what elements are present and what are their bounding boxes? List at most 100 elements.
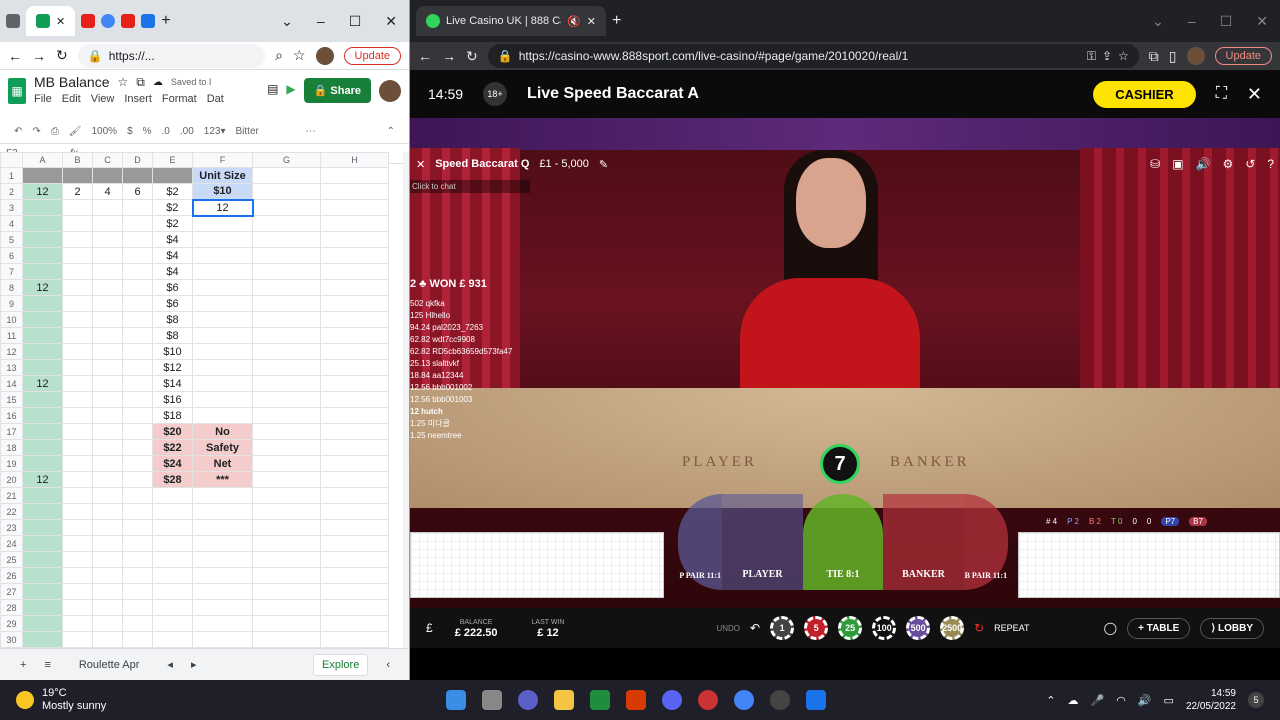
google-tab-icon[interactable] bbox=[101, 14, 116, 28]
new-tab-icon[interactable]: + bbox=[161, 12, 170, 30]
cell-b[interactable] bbox=[62, 551, 93, 568]
cell-d[interactable] bbox=[122, 615, 153, 632]
cell-e[interactable] bbox=[152, 519, 193, 536]
cell-b[interactable] bbox=[62, 567, 93, 584]
cell-g[interactable] bbox=[252, 503, 321, 520]
cell-a[interactable] bbox=[22, 439, 63, 456]
cell-c[interactable] bbox=[92, 279, 123, 296]
history-icon[interactable]: ↺ bbox=[1245, 157, 1255, 171]
cell-b[interactable] bbox=[62, 407, 93, 424]
reload-icon[interactable]: ↻ bbox=[56, 47, 68, 64]
row-number[interactable]: 30 bbox=[0, 631, 23, 648]
chips-icon[interactable]: ⛁ bbox=[1150, 157, 1160, 171]
cell-c[interactable]: 4 bbox=[92, 183, 123, 200]
url-field[interactable]: 🔒 https://... bbox=[77, 43, 266, 68]
row-number[interactable]: 25 bbox=[0, 551, 23, 568]
tab-search-icon[interactable]: ⌄ bbox=[1152, 13, 1164, 30]
forward-icon[interactable]: → bbox=[442, 48, 456, 64]
cell-b[interactable] bbox=[62, 327, 93, 344]
cell-d[interactable] bbox=[122, 231, 153, 248]
cell-a[interactable] bbox=[22, 167, 63, 184]
cell-a[interactable] bbox=[22, 423, 63, 440]
cell-c[interactable] bbox=[92, 615, 123, 632]
cell-b[interactable] bbox=[62, 519, 93, 536]
cell-e[interactable]: $18 bbox=[152, 407, 193, 424]
cell-c[interactable] bbox=[92, 215, 123, 232]
cell-h[interactable] bbox=[320, 551, 389, 568]
cell-a[interactable] bbox=[22, 487, 63, 504]
cell-g[interactable] bbox=[252, 375, 321, 392]
cell-a[interactable] bbox=[22, 407, 63, 424]
cell-d[interactable] bbox=[122, 359, 153, 376]
cell-f[interactable] bbox=[192, 295, 253, 312]
mic-icon[interactable]: 🎤 bbox=[1091, 694, 1105, 707]
task-view-icon[interactable] bbox=[482, 690, 502, 710]
col-header-d[interactable]: D bbox=[122, 152, 153, 168]
row-number[interactable]: 7 bbox=[0, 263, 23, 280]
cell-e[interactable] bbox=[152, 503, 193, 520]
wifi-icon[interactable]: ◠ bbox=[1116, 694, 1126, 707]
cell-e[interactable]: $4 bbox=[152, 231, 193, 248]
percent-format-button[interactable]: % bbox=[143, 126, 152, 137]
star-doc-icon[interactable]: ☆ bbox=[117, 75, 128, 89]
cell-d[interactable] bbox=[122, 551, 153, 568]
bead-road-left[interactable] bbox=[410, 532, 664, 598]
cell-b[interactable] bbox=[62, 295, 93, 312]
system-clock[interactable]: 14:59 22/05/2022 bbox=[1186, 687, 1236, 713]
cell-e[interactable] bbox=[152, 615, 193, 632]
battery-icon[interactable]: ▭ bbox=[1164, 694, 1174, 707]
cell-a[interactable] bbox=[22, 231, 63, 248]
cell-f[interactable] bbox=[192, 503, 253, 520]
cell-a[interactable] bbox=[22, 535, 63, 552]
start-icon[interactable] bbox=[446, 690, 466, 710]
vertical-scrollbar[interactable] bbox=[403, 152, 409, 648]
fullscreen-icon[interactable]: ⛶ bbox=[1216, 85, 1227, 103]
side-panel-collapse-icon[interactable]: ‹ bbox=[386, 659, 390, 671]
cell-d[interactable] bbox=[122, 423, 153, 440]
cell-b[interactable] bbox=[62, 263, 93, 280]
cell-f[interactable]: Net bbox=[192, 455, 253, 472]
cell-c[interactable] bbox=[92, 519, 123, 536]
cell-g[interactable] bbox=[252, 263, 321, 280]
cell-e[interactable]: $2 bbox=[152, 183, 193, 200]
close-game-icon[interactable]: ✕ bbox=[1247, 84, 1262, 105]
menu-file[interactable]: File bbox=[34, 93, 52, 105]
minimize-icon[interactable]: – bbox=[1188, 13, 1196, 30]
cell-e[interactable]: $4 bbox=[152, 263, 193, 280]
cell-h[interactable] bbox=[320, 215, 389, 232]
cell-g[interactable] bbox=[252, 439, 321, 456]
cell-b[interactable] bbox=[62, 455, 93, 472]
cell-e[interactable]: $14 bbox=[152, 375, 193, 392]
row-number[interactable]: 14 bbox=[0, 375, 23, 392]
cell-e[interactable]: $24 bbox=[152, 455, 193, 472]
cell-f[interactable]: Unit Size bbox=[192, 167, 253, 184]
cell-a[interactable] bbox=[22, 455, 63, 472]
row-number[interactable]: 27 bbox=[0, 583, 23, 600]
cell-h[interactable] bbox=[320, 295, 389, 312]
row-number[interactable]: 2 bbox=[0, 183, 23, 200]
row-number[interactable]: 16 bbox=[0, 407, 23, 424]
cell-h[interactable] bbox=[320, 279, 389, 296]
cell-g[interactable] bbox=[252, 247, 321, 264]
cell-h[interactable] bbox=[320, 503, 389, 520]
comments-icon[interactable]: ▤ bbox=[267, 82, 278, 96]
cell-f[interactable] bbox=[192, 359, 253, 376]
docs-tab-icon[interactable] bbox=[141, 14, 156, 28]
url-field[interactable]: 🔒 https://casino-www.888sport.com/live-c… bbox=[487, 44, 1139, 68]
cell-d[interactable] bbox=[122, 279, 153, 296]
cell-h[interactable] bbox=[320, 167, 389, 184]
cell-e[interactable]: $22 bbox=[152, 439, 193, 456]
cell-f[interactable] bbox=[192, 535, 253, 552]
row-number[interactable]: 29 bbox=[0, 615, 23, 632]
cell-c[interactable] bbox=[92, 599, 123, 616]
cell-c[interactable] bbox=[92, 263, 123, 280]
col-header-e[interactable]: E bbox=[152, 152, 193, 168]
cell-b[interactable] bbox=[62, 439, 93, 456]
back-icon[interactable]: ← bbox=[8, 48, 22, 64]
cell-g[interactable] bbox=[252, 231, 321, 248]
row-number[interactable]: 9 bbox=[0, 295, 23, 312]
weather-widget[interactable]: 19°C Mostly sunny bbox=[0, 687, 106, 713]
row-number[interactable]: 26 bbox=[0, 567, 23, 584]
bet-player-pair[interactable]: P PAIR 11:1 bbox=[678, 494, 723, 590]
bet-banker[interactable]: BANKER bbox=[883, 494, 964, 590]
